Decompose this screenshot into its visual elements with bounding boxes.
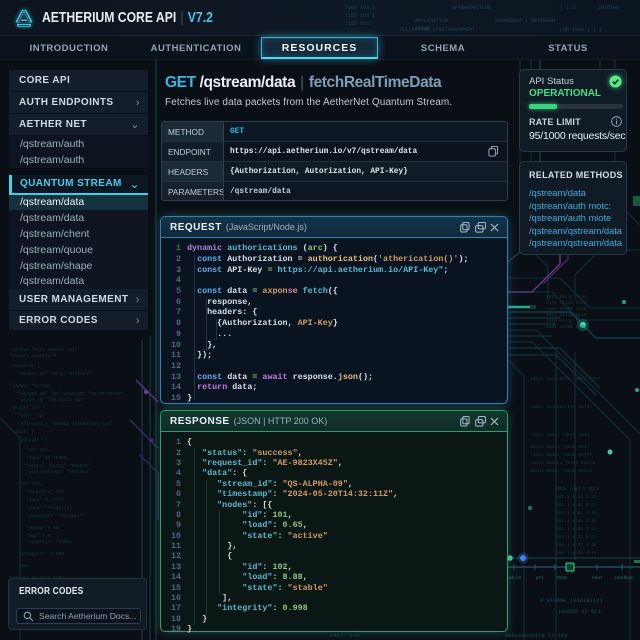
svg-text:"lqqd" 43 TG30G,: "lqqd" 43 TG30G, xyxy=(26,455,69,461)
svg-text:LOG 1000 | 1 1: LOG 1000 | 1 1 xyxy=(560,27,602,33)
svg-text:APPLIGATION: APPLIGATION xyxy=(415,18,448,24)
svg-text:"wtxqm_x0" "00-Gx7th.xqt": "wtxqm_x0" "00-Gx7th.xqt" xyxy=(18,397,86,403)
svg-text:0XCH4 0OOX3 T9606 0O17: 0XCH4 0OOX3 T9606 0O17 xyxy=(530,444,590,450)
svg-text:"wtwtxqwtxwqt" "TG4G0G2: "wtwtxqwtxwqt" "TG4G0G2 xyxy=(26,469,88,475)
svg-text:1011 00110 1101: 1011 00110 1101 xyxy=(546,294,587,300)
svg-text:"tqqwcwtx" "00: "tqqwcwtx" "00 xyxy=(26,489,64,495)
svg-text:| 1 3: | 1 3 xyxy=(560,5,575,11)
svg-text:1101 01101 1010: 1101 01101 1010 xyxy=(546,306,587,312)
svg-text:1103 903: 1103 903 xyxy=(345,21,369,27)
svg-text:103 1 0:31 0:33: 103 1 0:31 0:33 xyxy=(556,534,597,540)
svg-text:"xd" 103,: "xd" 103, xyxy=(26,447,50,453)
svg-text:XXCH4 0O0OX3 T9606 0OX73: XXCH4 0O0OX3 T9606 0OX73 xyxy=(530,460,595,466)
svg-text:"wqbxqlx" (: "wqbxqlx" ( xyxy=(18,437,48,443)
svg-text:X004D GGXHJ0014 T9606 03D7: X004D GGXHJ0014 T9606 03D7 xyxy=(530,376,601,382)
svg-text:"rwqwst_xd" "wtxwt 0434GXJT": "rwqwst_xd" "wtxwt 0434GXJT" xyxy=(18,371,94,377)
svg-text:1103 103 1: 1103 103 1 xyxy=(345,13,375,19)
svg-text:"lqqd" 0 13/4G: "lqqd" 0 13/4G xyxy=(26,497,64,503)
svg-text:5000NOGW4 1 00T0R00N: 5000NOGW4 1 00T0R00N xyxy=(495,18,555,24)
svg-text:100 1 0:07 3:30: 100 1 0:07 3:30 xyxy=(556,542,597,548)
svg-text:20TOT00: 20TOT00 xyxy=(598,5,619,11)
svg-text:"nadww" "wcrwmx: "nadww" "wcrwmx xyxy=(10,383,51,389)
svg-text:"wqd" 7 0: "wqd" 7 0 xyxy=(26,533,51,539)
svg-text:fwtxwtx_wxqwstx"0: fwtxwtx_wxqwstx"0 xyxy=(10,353,56,359)
svg-text:AFTRGADVSTLOG: AFTRGADVSTLOG xyxy=(452,5,491,11)
svg-text:"wtqtw" "qxtxq" "RG0GTG": "wtqtw" "qxtxq" "RG0GTG" xyxy=(26,463,91,469)
svg-text:101 1 0:01 0:33: 101 1 0:01 0:33 xyxy=(556,502,597,508)
svg-text:"wtX" "tw": "wtX" "tw" xyxy=(18,413,45,419)
svg-text:0011 10110 0110: 0011 10110 0110 xyxy=(546,312,587,318)
svg-text:101 1 0:01 3:00: 101 1 0:01 3:00 xyxy=(556,526,597,532)
svg-text:(00000 11 0(1: (00000 11 0(1 xyxy=(558,608,602,615)
svg-text:constwd "dota.SwOnfw.ow}": constwd "dota.SwOnfw.ow}" xyxy=(10,347,78,353)
svg-text:101 1 0:31 5:30: 101 1 0:31 5:30 xyxy=(556,494,597,500)
svg-text:next: next xyxy=(592,575,603,581)
svg-text:sandbox: sandbox xyxy=(614,575,633,581)
svg-text:cxnqwtxwt {: cxnqwtxwt { xyxy=(10,363,40,369)
svg-text:100 1 0:33 4:10: 100 1 0:33 4:10 xyxy=(556,550,597,556)
svg-text:N0dw Lnad 5 0ptx: N0dw Lnad 5 0ptx xyxy=(556,486,600,492)
svg-text:pri: pri xyxy=(536,575,544,581)
svg-text:103 1 0:01 3:30: 103 1 0:01 3:30 xyxy=(556,510,597,516)
svg-text:"rwswtxqn" "wqbdx: "rwswtxqn" "wqbdx xyxy=(26,539,72,545)
svg-text:0XCH4 00OD3 T9606 0OX73: 0XCH4 00OD3 T9606 0OX73 xyxy=(530,468,592,474)
svg-text:1110 01011 1011: 1110 01011 1011 xyxy=(546,318,587,324)
svg-text:YX0GG 30OX3 T9606 0O73: YX0GG 30OX3 T9606 0O73 xyxy=(530,432,590,438)
svg-text:0 010000 (010101(01: 0 010000 (010101(01 xyxy=(540,597,603,604)
svg-text:"wrqxst_x0" ": "wrqxst_x0" " xyxy=(10,405,45,411)
svg-text:"wqdw" "+0u3qtxq": "wqdw" "+0u3qtxq" xyxy=(26,505,72,511)
svg-text:JD0AL JG3TK04 D06 9073: JD0AL JG3TK04 D06 9073 xyxy=(530,404,590,410)
svg-text:9091010101!0 11 101: 9091010101!0 11 101 xyxy=(505,632,568,639)
svg-text:SULFGATION ET0GT00GRWMENT: SULFGATION ET0GT00GRWMENT xyxy=(400,27,475,33)
svg-text:0101 11001 0101: 0101 11001 0101 xyxy=(546,324,587,330)
svg-text:"wqdqw" 0.0G: "wqdqw" 0.0G xyxy=(26,525,59,531)
svg-text:YX033 0OOH4 T9606 0O707: YX033 0OOH4 T9606 0O707 xyxy=(530,452,592,458)
svg-text:0110 11010 0011: 0110 11010 0011 xyxy=(546,300,587,306)
svg-text:"wqtwtqdrw" "0qtqwtx": "wqtwtqdrw" "0qtqwtx" xyxy=(26,513,83,519)
svg-text:2103 103 3: 2103 103 3 xyxy=(345,5,375,11)
svg-text:"xd" 703,: "xd" 703, xyxy=(18,481,42,487)
svg-text:#036: #036 xyxy=(556,575,567,581)
svg-text:101 1 0:41 3:30: 101 1 0:41 3:30 xyxy=(556,518,597,524)
svg-text:"xntwgrxty" 0.990: "xntwgrxty" 0.990 xyxy=(18,551,64,557)
svg-text:"wXtrwsmx_} "G0V0GG-AGTH0G7Th3: "wXtrwsmx_} "G0V0GG-AGTH0G7Th3-T10" - xyxy=(18,421,118,427)
svg-text:"wtxwqt_xD" "WT"*wrwbx00" "XG-: "wtxwqt_xD" "WT"*wrwbx00" "XG-9GJ3X45Z" xyxy=(18,391,124,397)
